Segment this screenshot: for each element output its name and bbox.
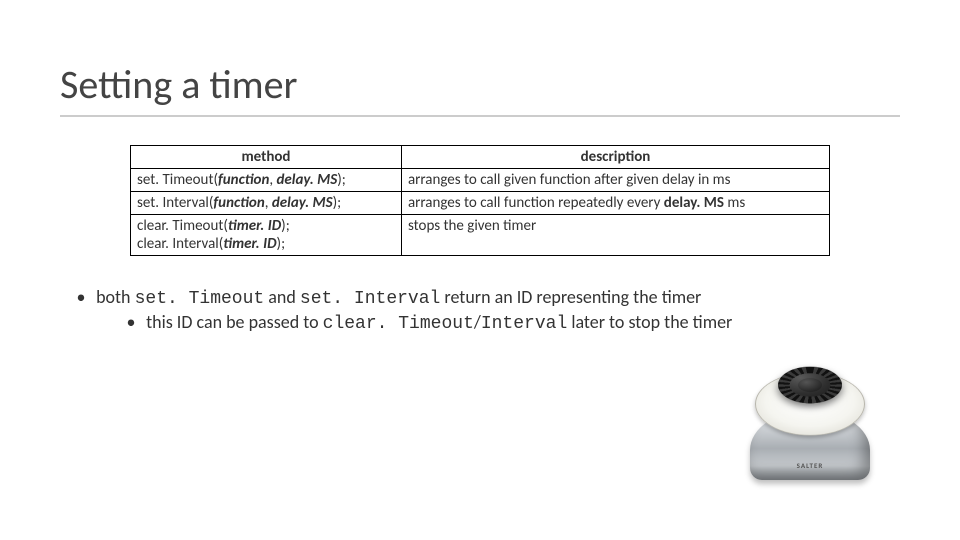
text: stops the given timer	[408, 217, 536, 235]
code: set. Interval	[300, 289, 440, 309]
text: ,	[265, 194, 272, 212]
text: ,	[269, 171, 276, 189]
text: set. Timeout(	[137, 171, 218, 189]
table-row: set. Timeout(function, delay. MS); arran…	[131, 169, 830, 192]
text: both	[96, 286, 135, 308]
text: set. Interval(	[137, 194, 213, 212]
cell-description: arranges to call given function after gi…	[401, 169, 829, 192]
bullet-list: • both set. Timeout and set. Interval re…	[60, 286, 900, 334]
table-wrap: method description set. Timeout(function…	[60, 145, 900, 256]
text: );	[281, 217, 290, 235]
slide: Setting a timer method description set. …	[0, 0, 960, 334]
cell-method: set. Interval(function, delay. MS);	[131, 192, 402, 215]
code: clear. Timeout	[323, 314, 474, 334]
param: delay. MS	[664, 194, 724, 212]
text: /	[474, 311, 481, 333]
text: clear. Interval(	[137, 235, 223, 253]
text: return an ID representing the timer	[440, 286, 701, 308]
cell-method: clear. Timeout(timer. ID); clear. Interv…	[131, 215, 402, 256]
timer-image: SALTER	[745, 345, 875, 480]
text: arranges to call given function after gi…	[408, 171, 731, 189]
bullet-icon: •	[120, 311, 142, 333]
code: set. Timeout	[135, 289, 265, 309]
param: function	[218, 171, 269, 189]
text: ms	[724, 194, 745, 212]
text: later to stop the timer	[567, 311, 732, 333]
timer-dial	[778, 367, 842, 404]
text: );	[277, 235, 286, 253]
cell-method: set. Timeout(function, delay. MS);	[131, 169, 402, 192]
table-header-row: method description	[131, 146, 830, 169]
code: Interval	[481, 314, 567, 334]
bullet-icon: •	[70, 286, 92, 308]
list-item: • this ID can be passed to clear. Timeou…	[70, 311, 900, 334]
table-row: clear. Timeout(timer. ID); clear. Interv…	[131, 215, 830, 256]
methods-table: method description set. Timeout(function…	[130, 145, 830, 256]
col-method: method	[131, 146, 402, 169]
param: function	[213, 194, 264, 212]
param: timer. ID	[228, 217, 281, 235]
text: );	[333, 194, 342, 212]
text: clear. Timeout(	[137, 217, 228, 235]
text: this ID can be passed to	[146, 311, 323, 333]
timer-brand: SALTER	[797, 461, 824, 470]
param: timer. ID	[223, 235, 276, 253]
page-title: Setting a timer	[60, 60, 900, 117]
text: );	[337, 171, 346, 189]
param: delay. MS	[277, 171, 338, 189]
cell-description: arranges to call function repeatedly eve…	[401, 192, 829, 215]
text: arranges to call function repeatedly eve…	[408, 194, 664, 212]
list-item: • both set. Timeout and set. Interval re…	[70, 286, 900, 309]
text: and	[264, 286, 300, 308]
param: delay. MS	[272, 194, 333, 212]
table-row: set. Interval(function, delay. MS); arra…	[131, 192, 830, 215]
cell-description: stops the given timer	[401, 215, 829, 256]
col-description: description	[401, 146, 829, 169]
